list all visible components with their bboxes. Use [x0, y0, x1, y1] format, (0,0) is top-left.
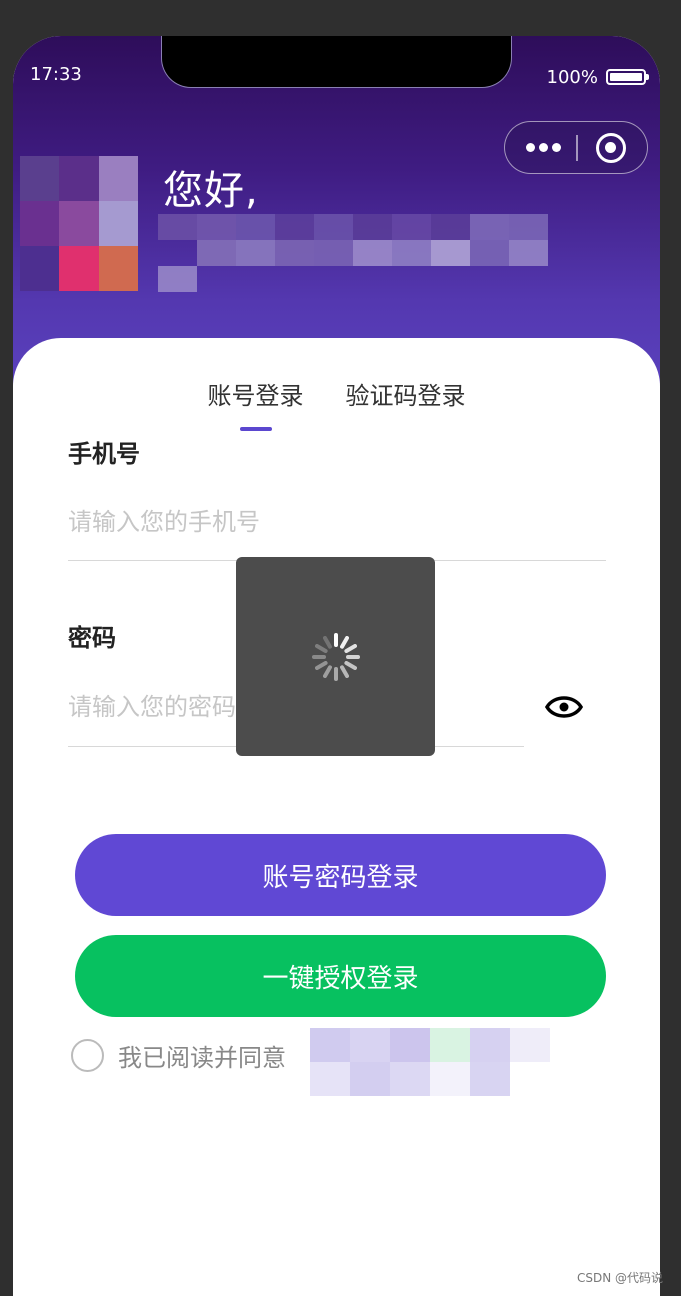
eye-icon[interactable]: [544, 692, 584, 722]
blurred-terms-link[interactable]: [310, 1028, 550, 1096]
one-tap-login-button[interactable]: 一键授权登录: [75, 935, 606, 1017]
loading-spinner-icon: [311, 632, 360, 681]
greeting-text: 您好,: [163, 168, 259, 214]
phone-input[interactable]: [68, 499, 606, 545]
login-card: 账号登录 验证码登录 手机号 密码 账号密码登录 一键授权登录 我已阅读并同意: [13, 338, 660, 1296]
battery-percent: 100%: [546, 67, 598, 88]
loading-toast: [236, 557, 435, 756]
miniprogram-capsule: [504, 121, 648, 174]
device-notch: [161, 36, 512, 88]
watermark: CSDN @代码说: [576, 1271, 663, 1285]
login-tabs: 账号登录 验证码登录: [13, 376, 660, 431]
status-time: 17:33: [30, 64, 82, 85]
close-capsule-icon[interactable]: [596, 133, 626, 163]
agreement-radio[interactable]: [71, 1039, 104, 1072]
tab-sms-login[interactable]: 验证码登录: [344, 376, 468, 411]
capsule-divider: [576, 135, 578, 161]
tab-account-login[interactable]: 账号登录: [206, 376, 306, 431]
agreement-row: 我已阅读并同意: [71, 1038, 286, 1073]
agreement-text: 我已阅读并同意: [118, 1044, 286, 1072]
blurred-username: [158, 214, 568, 292]
account-password-login-button[interactable]: 账号密码登录: [75, 834, 606, 916]
phone-label: 手机号: [68, 440, 140, 468]
battery-icon: [606, 69, 649, 85]
password-label: 密码: [68, 624, 116, 652]
more-icon[interactable]: [519, 122, 567, 172]
avatar: [20, 156, 138, 291]
